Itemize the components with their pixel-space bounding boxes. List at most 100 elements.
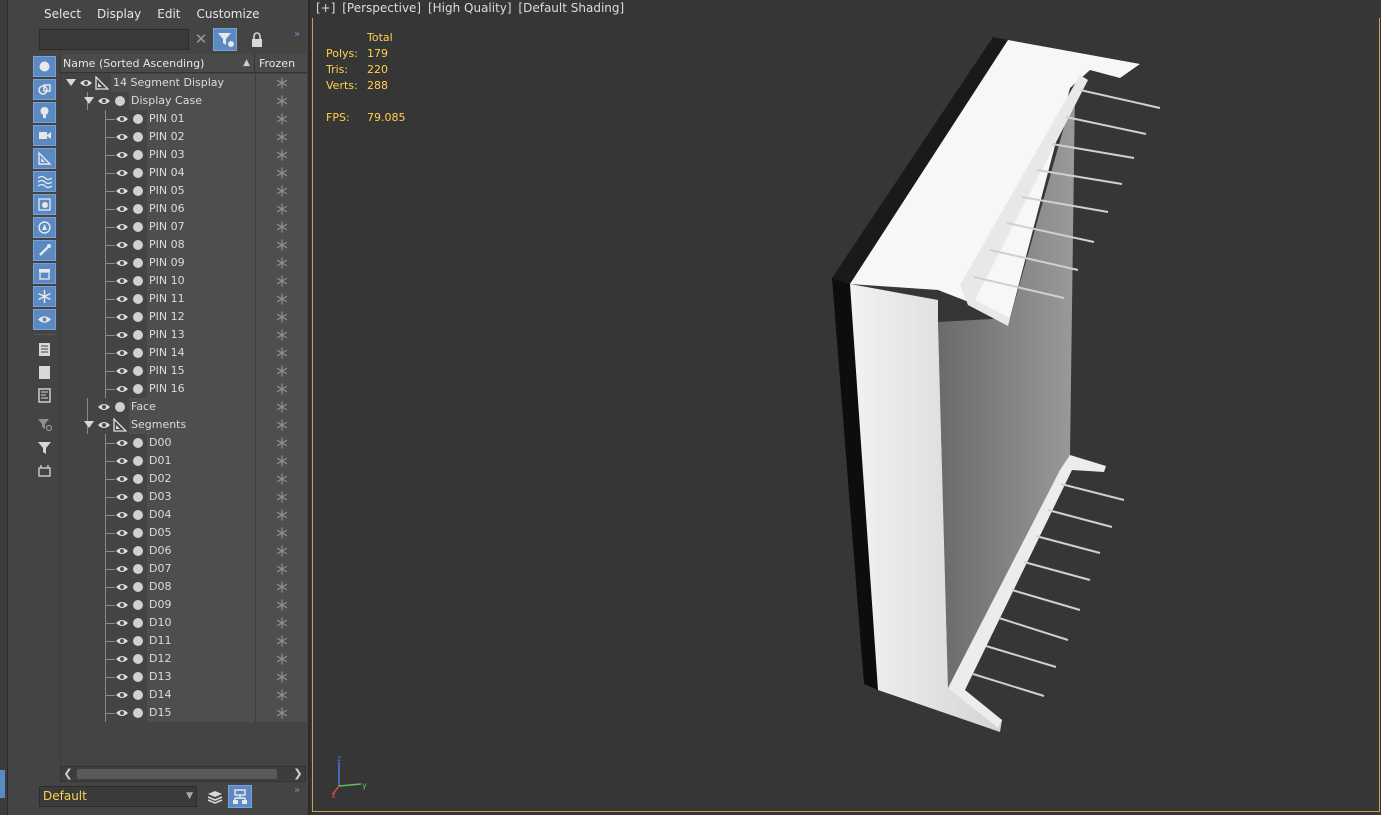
menu-customize[interactable]: Customize (197, 7, 260, 21)
eye-icon[interactable] (115, 546, 129, 556)
frozen-toggle[interactable] (255, 146, 307, 164)
scroll-left-icon[interactable]: ❮ (61, 767, 75, 781)
clear-search-button[interactable]: ✕ (191, 29, 211, 50)
frozen-toggle[interactable] (255, 200, 307, 218)
frozen-toggle[interactable] (255, 344, 307, 362)
eye-icon[interactable] (115, 240, 129, 250)
hidden-filter-button[interactable] (33, 309, 56, 330)
expand-toggle-icon[interactable] (84, 97, 94, 104)
frozen-toggle[interactable] (255, 416, 307, 434)
tree-row[interactable]: D01 (61, 452, 307, 470)
frozen-toggle[interactable] (255, 110, 307, 128)
eye-icon[interactable] (115, 186, 129, 196)
tree-row[interactable]: PIN 16 (61, 380, 307, 398)
eye-icon[interactable] (115, 456, 129, 466)
space-warps-filter-button[interactable] (33, 171, 56, 192)
segment-display-3d-model[interactable] (311, 0, 1381, 815)
helpers-filter-button[interactable] (33, 148, 56, 169)
eye-icon[interactable] (115, 150, 129, 160)
tree-row[interactable]: PIN 12 (61, 308, 307, 326)
eye-icon[interactable] (115, 204, 129, 214)
eye-icon[interactable] (115, 258, 129, 268)
tree-row[interactable]: D07 (61, 560, 307, 578)
frozen-toggle[interactable] (255, 452, 307, 470)
frozen-toggle[interactable] (255, 506, 307, 524)
frozen-toggle[interactable] (255, 398, 307, 416)
eye-icon[interactable] (115, 708, 129, 718)
frozen-toggle[interactable] (255, 236, 307, 254)
tree-row[interactable]: D14 (61, 686, 307, 704)
eye-icon[interactable] (115, 132, 129, 142)
frozen-toggle[interactable] (255, 272, 307, 290)
filter-settings-filter-button[interactable] (33, 414, 56, 435)
tree-row[interactable]: PIN 13 (61, 326, 307, 344)
frozen-toggle[interactable] (255, 74, 307, 92)
search-input[interactable] (39, 29, 189, 50)
tree-row[interactable]: PIN 07 (61, 218, 307, 236)
frozen-toggle[interactable] (255, 524, 307, 542)
tree-row[interactable]: Segments (61, 416, 307, 434)
column-name-header[interactable]: Name (Sorted Ascending) ▲ (61, 54, 255, 73)
frozen-toggle[interactable] (255, 290, 307, 308)
frozen-toggle[interactable] (255, 254, 307, 272)
tree-row[interactable]: PIN 06 (61, 200, 307, 218)
expand-toggle-icon[interactable] (84, 421, 94, 428)
tree-row[interactable]: D09 (61, 596, 307, 614)
eye-icon[interactable] (97, 420, 111, 430)
tree-row[interactable]: D15 (61, 704, 307, 722)
eye-icon[interactable] (97, 402, 111, 412)
menu-display[interactable]: Display (97, 7, 141, 21)
eye-icon[interactable] (79, 78, 93, 88)
tree-row[interactable]: D06 (61, 542, 307, 560)
sort-by-layer-button[interactable] (204, 785, 226, 808)
frozen-toggle[interactable] (255, 182, 307, 200)
frozen-toggle[interactable] (255, 632, 307, 650)
eye-icon[interactable] (115, 168, 129, 178)
geometry-filter-button[interactable] (33, 56, 56, 77)
cameras-filter-button[interactable] (33, 125, 56, 146)
tree-row[interactable]: PIN 02 (61, 128, 307, 146)
shapes-filter-button[interactable] (33, 79, 56, 100)
eye-icon[interactable] (115, 492, 129, 502)
eye-icon[interactable] (115, 384, 129, 394)
eye-icon[interactable] (115, 582, 129, 592)
frozen-toggle[interactable] (255, 686, 307, 704)
eye-icon[interactable] (115, 222, 129, 232)
column-frozen-header[interactable]: Frozen (255, 54, 307, 73)
groups-filter-button[interactable] (33, 194, 56, 215)
tree-row[interactable]: D13 (61, 668, 307, 686)
tree-row[interactable]: PIN 01 (61, 110, 307, 128)
eye-icon[interactable] (115, 510, 129, 520)
frozen-filter-button[interactable] (33, 286, 56, 307)
tree-row[interactable]: D10 (61, 614, 307, 632)
eye-icon[interactable] (115, 348, 129, 358)
expand-chevron-icon[interactable]: » (294, 29, 300, 40)
frozen-toggle[interactable] (255, 308, 307, 326)
frozen-toggle[interactable] (255, 668, 307, 686)
tree-row[interactable]: PIN 03 (61, 146, 307, 164)
eye-icon[interactable] (115, 438, 129, 448)
edge-tab[interactable] (0, 770, 5, 798)
tree-row[interactable]: D08 (61, 578, 307, 596)
expand-chevron-icon[interactable]: » (294, 785, 300, 796)
frozen-toggle[interactable] (255, 326, 307, 344)
frozen-toggle[interactable] (255, 434, 307, 452)
filter-filter-button[interactable] (33, 437, 56, 458)
frozen-toggle[interactable] (255, 380, 307, 398)
eye-icon[interactable] (115, 636, 129, 646)
tree-row[interactable]: D03 (61, 488, 307, 506)
tree-row[interactable]: PIN 05 (61, 182, 307, 200)
tree-row[interactable]: 14 Segment Display (61, 74, 307, 92)
tree-row[interactable]: D11 (61, 632, 307, 650)
frozen-toggle[interactable] (255, 650, 307, 668)
tree-row[interactable]: PIN 10 (61, 272, 307, 290)
frozen-toggle[interactable] (255, 578, 307, 596)
frozen-toggle[interactable] (255, 704, 307, 722)
eye-icon[interactable] (115, 564, 129, 574)
frozen-toggle[interactable] (255, 488, 307, 506)
eye-icon[interactable] (115, 654, 129, 664)
tree-row[interactable]: Face (61, 398, 307, 416)
tree-row[interactable]: D02 (61, 470, 307, 488)
expand-toggle-icon[interactable] (66, 79, 76, 86)
xrefs-filter-button[interactable] (33, 217, 56, 238)
